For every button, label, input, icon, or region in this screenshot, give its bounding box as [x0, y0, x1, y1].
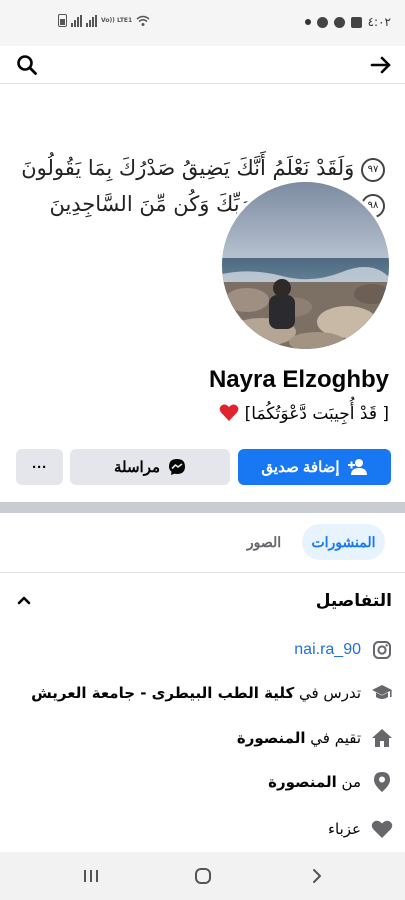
profile-bio: [ قَدْ أُجِيبَت دَّعْوَتُكُمَا] — [219, 403, 389, 424]
profile-name: Nayra Elzoghby — [208, 366, 389, 393]
message-button[interactable]: مراسلة — [70, 449, 230, 485]
cover-verse-text-1: وَلَقَدْ نَعْلَمُ أَنَّكَ يَضِيقُ صَدْرُ… — [21, 156, 355, 180]
system-back-button[interactable] — [307, 866, 327, 886]
home-button[interactable] — [193, 866, 213, 886]
messenger-notification-icon — [316, 16, 328, 28]
lives-in-prefix: تقيم في — [305, 729, 361, 747]
notification-dot-icon — [304, 19, 311, 25]
chevron-right-icon — [313, 869, 321, 883]
system-nav-bar — [0, 852, 405, 900]
lives-in-text: تقيم في المنصورة — [237, 729, 361, 747]
from-city[interactable]: المنصورة — [268, 773, 337, 791]
from-text: من المنصورة — [268, 773, 361, 791]
arrow-right-icon — [370, 56, 391, 74]
search-icon — [17, 55, 37, 75]
home-circle-icon — [195, 868, 211, 884]
signal-icon — [71, 14, 82, 27]
bio-text: [ قَدْ أُجِيبَت دَّعْوَتُكُمَا] — [244, 404, 389, 424]
recent-apps-button[interactable] — [81, 866, 101, 886]
education-text: تدرس في كلية الطب البيطرى - جامعة العريش — [31, 684, 361, 702]
collapse-details-button[interactable] — [14, 590, 34, 610]
section-divider — [0, 502, 405, 513]
messenger-icon — [169, 459, 186, 475]
tab-posts[interactable]: المنشورات — [302, 524, 385, 560]
education-prefix: تدرس في — [294, 684, 361, 702]
profile-picture[interactable] — [219, 179, 392, 352]
education-school[interactable]: كلية الطب البيطرى - جامعة العريش — [31, 684, 294, 702]
add-person-icon — [347, 459, 367, 475]
home-icon — [371, 727, 393, 749]
battery-icon — [58, 14, 67, 27]
search-button[interactable] — [12, 50, 42, 80]
signal-icon-2 — [86, 14, 97, 27]
instagram-icon — [371, 639, 393, 661]
wifi-icon — [136, 15, 150, 26]
status-right: ٤:٠٢ — [304, 15, 391, 29]
tab-photos[interactable]: الصور — [238, 524, 290, 560]
app-notification-icon — [333, 16, 345, 28]
add-friend-label: إضافة صديق — [261, 459, 340, 476]
tabs-separator — [0, 572, 405, 573]
details-title: التفاصيل — [315, 591, 392, 611]
add-friend-button[interactable]: إضافة صديق — [238, 449, 391, 485]
detail-row-from: من المنصورة — [20, 768, 393, 796]
top-nav — [0, 46, 405, 84]
ayah-number-1: ٩٧ — [361, 157, 385, 182]
instagram-handle[interactable]: nai.ra_90 — [294, 641, 361, 659]
message-label: مراسلة — [113, 459, 161, 476]
cover-verse-line-1: ٩٧ وَلَقَدْ نَعْلَمُ أَنَّكَ يَضِيقُ صَد… — [21, 156, 385, 182]
detail-row-relationship: عزباء — [20, 815, 393, 843]
profile-photo-seaside — [222, 182, 389, 349]
detail-row-education: تدرس في كلية الطب البيطرى - جامعة العريش — [20, 679, 393, 707]
gallery-notification-icon — [350, 16, 362, 28]
chevron-up-icon — [17, 596, 31, 605]
graduation-cap-icon — [371, 682, 393, 704]
detail-row-lives-in: تقيم في المنصورة — [20, 724, 393, 752]
heart-icon — [219, 404, 239, 421]
back-button[interactable] — [366, 50, 396, 80]
location-pin-icon — [371, 771, 393, 793]
status-left: Vo)) LTE1 — [58, 14, 150, 27]
more-options-icon: ··· — [32, 458, 47, 476]
clock: ٤:٠٢ — [367, 15, 391, 29]
relationship-heart-icon — [371, 818, 393, 840]
relationship-status: عزباء — [327, 820, 361, 838]
detail-row-instagram[interactable]: nai.ra_90 — [20, 636, 393, 664]
status-bar: Vo)) LTE1 ٤:٠٢ — [0, 0, 405, 46]
from-prefix: من — [336, 773, 361, 791]
tab-photos-label: الصور — [246, 533, 282, 550]
lives-in-city[interactable]: المنصورة — [237, 729, 306, 747]
recent-apps-icon — [84, 870, 98, 882]
network-label: Vo)) LTE1 — [101, 16, 133, 24]
more-options-button[interactable]: ··· — [16, 449, 63, 485]
tab-posts-label: المنشورات — [311, 533, 376, 550]
